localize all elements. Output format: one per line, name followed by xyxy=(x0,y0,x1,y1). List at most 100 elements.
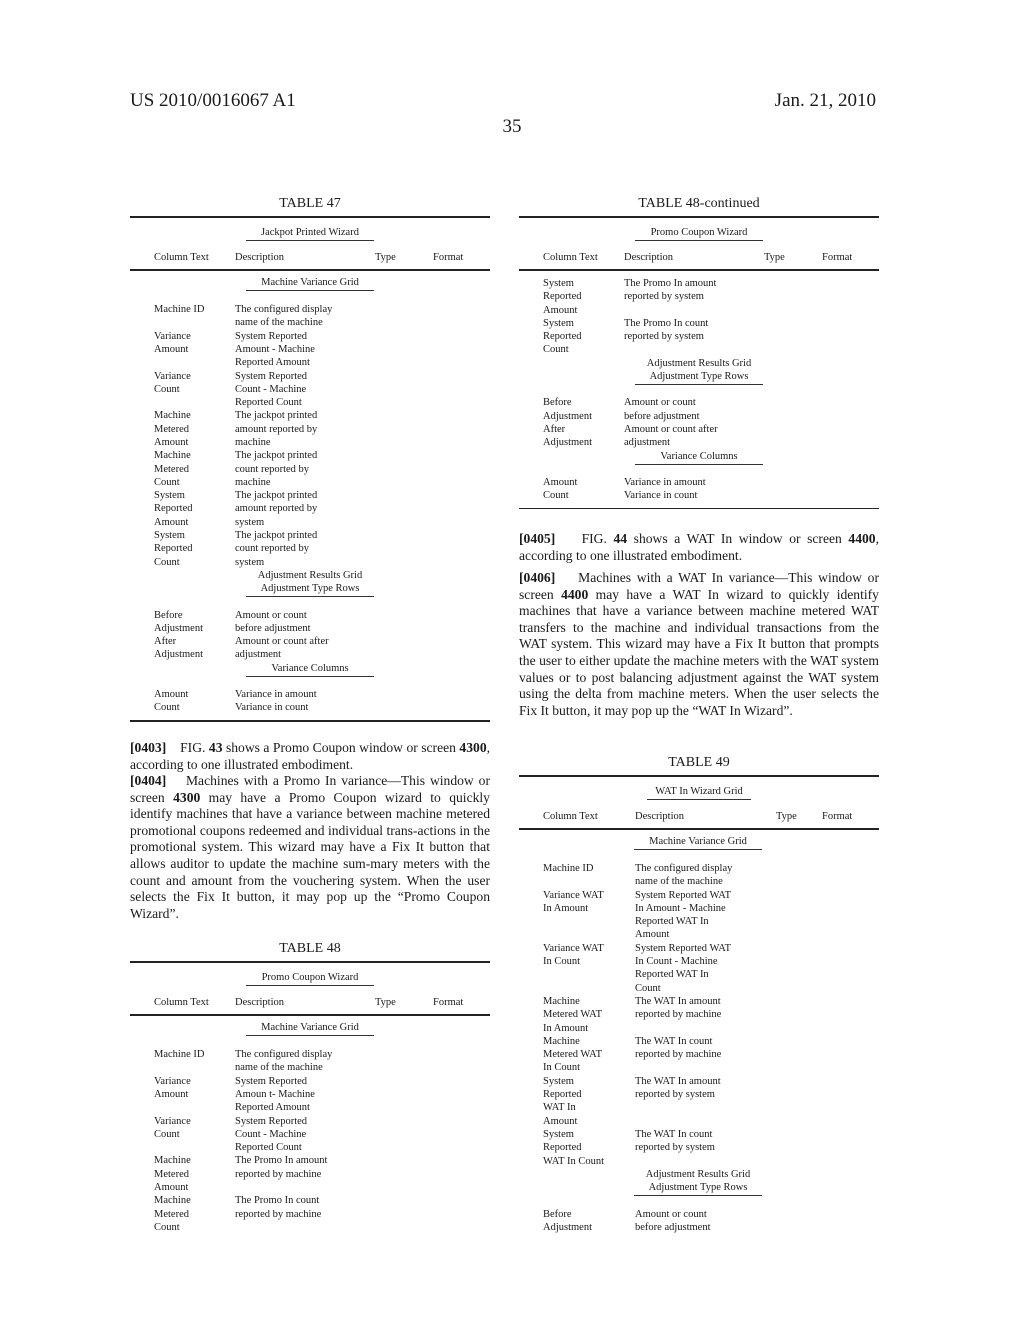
table-rule xyxy=(519,269,879,271)
paragraph-number: [0406] xyxy=(519,570,556,585)
column-header: Column Text xyxy=(543,252,598,263)
table-rule xyxy=(130,269,490,271)
table-rule xyxy=(130,961,490,963)
table-cell-column-text: Machine Metered Amount xyxy=(154,1155,191,1193)
table-rule xyxy=(519,216,879,218)
table-cell-column-text: System Reported WAT In Count xyxy=(543,1129,605,1167)
table-cell-description: System Reported Amount - Machine Reporte… xyxy=(235,330,315,369)
paragraph-0404: [0404] Machines with a Promo In variance… xyxy=(130,773,491,921)
table-rule xyxy=(519,507,879,509)
paragraph-0406: [0406] Machines with a WAT In variance—T… xyxy=(519,570,880,718)
section-heading: Adjustment Type Rows xyxy=(634,1181,762,1197)
table-cell-description: System Reported WAT In Amount - Machine … xyxy=(635,889,732,941)
table-cell-description: Amount or count after adjustment xyxy=(624,424,718,449)
table-cell-column-text: Variance Amount xyxy=(154,1075,191,1100)
section-heading: Adjustment Results Grid xyxy=(257,570,363,581)
table-rule xyxy=(130,1014,490,1016)
table-title: TABLE 47 xyxy=(279,196,341,211)
paragraph-number: [0405] xyxy=(519,531,556,546)
table-cell-description: The Promo In count reported by machine xyxy=(235,1195,322,1220)
wizard-title: Jackpot Printed Wizard xyxy=(246,226,374,241)
table-cell-description: Amount or count before adjustment xyxy=(624,397,700,422)
paragraph-0405: [0405] FIG. 44 shows a WAT In window or … xyxy=(519,531,879,563)
column-header: Description xyxy=(235,997,284,1008)
column-header: Format xyxy=(433,252,464,263)
table-cell-description: Variance in amount xyxy=(235,689,317,701)
column-header: Column Text xyxy=(154,997,209,1008)
column-header: Description xyxy=(624,252,673,263)
paragraph-number: [0403] xyxy=(130,740,167,755)
table-cell-column-text: Machine Metered Amount xyxy=(154,410,191,448)
table-cell-column-text: Variance Count xyxy=(154,370,191,395)
table-title: TABLE 48 xyxy=(279,941,341,956)
table-cell-column-text: Machine ID xyxy=(543,863,594,874)
table-cell-description: The jackpot printed amount reported by s… xyxy=(235,490,318,528)
wizard-title: Promo Coupon Wizard xyxy=(246,971,374,986)
table-cell-description: The WAT In amount reported by machine xyxy=(635,996,722,1021)
table-cell-column-text: Machine Metered WAT In Amount xyxy=(543,996,602,1034)
column-header: Description xyxy=(235,252,284,263)
table-cell-description: The configured display name of the machi… xyxy=(235,1049,333,1074)
table-cell-description: System Reported Count - Machine Reported… xyxy=(235,1115,308,1154)
patent-number: US 2010/0016067 A1 xyxy=(130,90,296,111)
table-cell-description: The jackpot printed count reported by ma… xyxy=(235,450,318,488)
table-cell-column-text: Machine Metered Count xyxy=(154,450,191,488)
table-cell-description: System Reported Count - Machine Reported… xyxy=(235,370,308,409)
table-cell-column-text: After Adjustment xyxy=(543,424,592,449)
table-cell-description: Amount or count before adjustment xyxy=(635,1208,711,1233)
figure-ref: 44 xyxy=(613,531,628,546)
publication-date: Jan. 21, 2010 xyxy=(774,90,876,111)
table-cell-column-text: System Reported Amount xyxy=(543,278,582,316)
screen-ref: 4300 xyxy=(173,789,201,805)
table-cell-column-text: Variance WAT In Amount xyxy=(543,889,604,914)
table-cell-description: The configured display name of the machi… xyxy=(635,863,733,888)
column-header: Type xyxy=(776,811,797,822)
table-cell-column-text: System Reported Amount xyxy=(154,490,193,528)
table-cell-description: Variance in amount xyxy=(624,476,706,488)
column-header: Type xyxy=(375,252,396,263)
column-header: Format xyxy=(822,811,853,822)
table-cell-description: The jackpot printed amount reported by m… xyxy=(235,410,318,448)
table-cell-description: The configured display name of the machi… xyxy=(235,304,333,329)
section-heading: Adjustment Type Rows xyxy=(635,370,763,386)
table-title: TABLE 49 xyxy=(668,755,730,770)
table-cell-description: The WAT In count reported by system xyxy=(635,1129,715,1154)
section-heading: Variance Columns xyxy=(246,662,374,677)
table-cell-column-text: Count xyxy=(154,702,180,714)
table-cell-description: Variance in count xyxy=(235,702,309,714)
table-rule xyxy=(130,719,490,722)
table-cell-column-text: Machine ID xyxy=(154,1049,205,1060)
screen-ref: 4300 xyxy=(459,740,487,755)
table-cell-description: System Reported WAT In Count - Machine R… xyxy=(635,942,732,994)
table-cell-description: Amount or count after adjustment xyxy=(235,636,329,661)
column-header: Column Text xyxy=(543,811,598,822)
table-cell-description: The jackpot printed count reported by sy… xyxy=(235,530,318,568)
screen-ref: 4400 xyxy=(848,531,876,546)
section-heading: Variance Columns xyxy=(635,450,763,465)
table-cell-column-text: System Reported WAT In Amount xyxy=(543,1075,582,1127)
table-cell-column-text: Before Adjustment xyxy=(543,1208,592,1233)
table-cell-column-text: Machine Metered Count xyxy=(154,1195,191,1233)
table-cell-column-text: Machine ID xyxy=(154,304,205,315)
table-47: TABLE 47 Jackpot Printed Wizard Column T… xyxy=(130,196,490,722)
column-header: Format xyxy=(822,252,853,263)
page-number: 35 xyxy=(502,116,522,137)
table-cell-description: Variance in count xyxy=(624,490,698,502)
table-48-continued: TABLE 48-continued Promo Coupon Wizard C… xyxy=(519,196,879,509)
section-heading: Machine Variance Grid xyxy=(634,835,762,850)
table-cell-column-text: Variance Amount xyxy=(154,330,191,355)
table-cell-description: The Promo In amount reported by system xyxy=(624,278,717,303)
section-heading: Adjustment Results Grid xyxy=(646,357,752,369)
table-cell-column-text: Count xyxy=(543,490,569,502)
table-cell-column-text: Machine Metered WAT In Count xyxy=(543,1035,602,1074)
column-header: Type xyxy=(764,252,785,263)
table-cell-column-text: Variance WAT In Count xyxy=(543,942,604,968)
table-cell-description: The WAT In count reported by machine xyxy=(635,1035,722,1061)
paragraph-number: [0404] xyxy=(130,773,167,788)
section-heading: Adjustment Results Grid xyxy=(645,1168,751,1180)
screen-ref: 4400 xyxy=(561,586,589,602)
table-cell-column-text: System Reported Count xyxy=(543,317,582,356)
table-cell-column-text: System Reported Count xyxy=(154,530,193,568)
table-cell-column-text: Amount xyxy=(543,476,578,488)
section-heading: Machine Variance Grid xyxy=(246,1021,374,1036)
